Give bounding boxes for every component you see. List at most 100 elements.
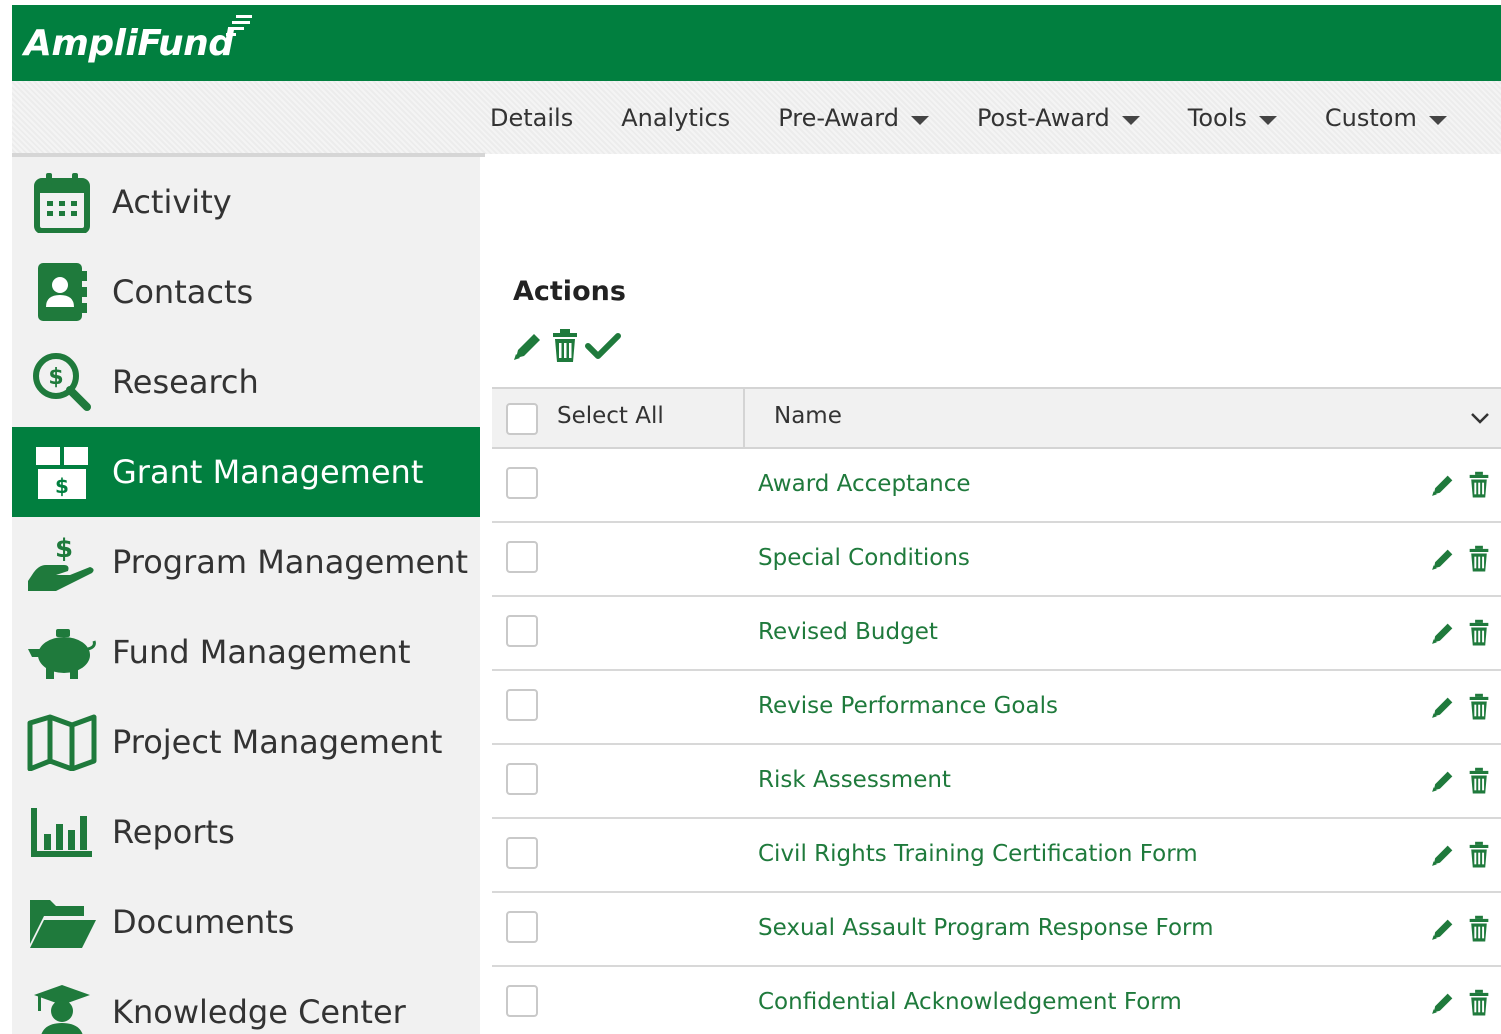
row-checkbox[interactable]: [506, 911, 538, 943]
sidebar-item-label: Knowledge Center: [112, 993, 406, 1031]
nav-post-award[interactable]: Post-Award: [977, 104, 1140, 132]
row-actions: [1429, 915, 1491, 943]
graduate-icon: [34, 985, 90, 1034]
sidebar-item-label: Activity: [112, 183, 232, 221]
row-actions: [1429, 619, 1491, 647]
row-checkbox[interactable]: [506, 541, 538, 573]
table-row: Special Conditions: [492, 523, 1501, 597]
caret-down-icon: [1258, 115, 1277, 125]
trash-icon[interactable]: [1467, 619, 1491, 647]
row-actions: [1429, 767, 1491, 795]
nav-custom-label: Custom: [1324, 104, 1417, 132]
nav-analytics-label: Analytics: [621, 104, 731, 132]
trash-icon[interactable]: [1467, 841, 1491, 869]
trash-icon[interactable]: [1467, 693, 1491, 721]
pencil-icon[interactable]: [1429, 915, 1457, 943]
sidebar: Activity Contacts $ Research $ Grant Man…: [12, 157, 480, 1034]
sidebar-item-label: Contacts: [112, 273, 254, 311]
caret-down-icon: [910, 115, 929, 125]
sidebar-item-fund-management[interactable]: Fund Management: [12, 607, 480, 697]
sidebar-item-label: Grant Management: [112, 453, 424, 491]
row-checkbox[interactable]: [506, 837, 538, 869]
row-name-link[interactable]: Special Conditions: [758, 545, 970, 571]
piggy-bank-icon: [28, 629, 96, 679]
nav-pre-award[interactable]: Pre-Award: [778, 104, 929, 132]
pencil-icon[interactable]: [1429, 693, 1457, 721]
table-row: Confidential Acknowledgement Form: [492, 967, 1501, 1034]
nav-pre-award-label: Pre-Award: [778, 104, 899, 132]
address-book-icon: [38, 263, 87, 321]
sidebar-item-program-management[interactable]: $ Program Management: [12, 517, 480, 607]
row-name-link[interactable]: Risk Assessment: [758, 767, 951, 793]
sidebar-item-knowledge-center[interactable]: Knowledge Center: [12, 967, 480, 1034]
caret-down-icon: [1428, 115, 1447, 125]
logo-text: AmpliFund: [24, 23, 234, 64]
sidebar-item-research[interactable]: $ Research: [12, 337, 480, 427]
pencil-icon[interactable]: [1429, 471, 1457, 499]
row-checkbox[interactable]: [506, 615, 538, 647]
row-checkbox[interactable]: [506, 467, 538, 499]
sidebar-item-reports[interactable]: Reports: [12, 787, 480, 877]
sidebar-item-contacts[interactable]: Contacts: [12, 247, 480, 337]
row-checkbox[interactable]: [506, 689, 538, 721]
bar-chart-icon: [31, 808, 92, 857]
sidebar-item-label: Project Management: [112, 723, 443, 761]
row-name-link[interactable]: Revise Performance Goals: [758, 693, 1058, 719]
pencil-icon[interactable]: [1429, 841, 1457, 869]
actions-heading: Actions: [513, 276, 626, 307]
forms-grid: Select All Name Award Acceptance Special …: [492, 387, 1501, 1034]
grid-body: Award Acceptance Special Conditions Revise…: [492, 449, 1501, 1034]
pencil-icon[interactable]: [510, 328, 546, 364]
actions-toolbar: [510, 328, 622, 364]
check-icon[interactable]: [584, 328, 622, 364]
row-name-link[interactable]: Revised Budget: [758, 619, 938, 645]
caret-down-icon: [1121, 115, 1140, 125]
top-nav-menu: Details Analytics Pre-Award Post-Award T…: [490, 100, 1495, 136]
row-name-link[interactable]: Civil Rights Training Certification Form: [758, 841, 1198, 867]
folder-open-icon: [30, 900, 96, 948]
trash-icon[interactable]: [550, 328, 580, 364]
trash-icon[interactable]: [1467, 545, 1491, 573]
row-checkbox[interactable]: [506, 985, 538, 1017]
nav-details[interactable]: Details: [490, 104, 573, 132]
row-name-link[interactable]: Award Acceptance: [758, 471, 971, 497]
svg-text:$: $: [55, 534, 73, 564]
row-actions: [1429, 841, 1491, 869]
column-divider: [743, 389, 745, 447]
row-name-link[interactable]: Confidential Acknowledgement Form: [758, 989, 1182, 1015]
nav-analytics[interactable]: Analytics: [621, 104, 730, 132]
table-row: Risk Assessment: [492, 745, 1501, 819]
row-name-link[interactable]: Sexual Assault Program Response Form: [758, 915, 1214, 941]
table-row: Revise Performance Goals: [492, 671, 1501, 745]
pencil-icon[interactable]: [1429, 767, 1457, 795]
pencil-icon[interactable]: [1429, 619, 1457, 647]
sidebar-item-activity[interactable]: Activity: [12, 157, 480, 247]
nav-details-label: Details: [490, 104, 574, 132]
name-column-header[interactable]: Name: [774, 403, 842, 429]
trash-icon[interactable]: [1467, 989, 1491, 1017]
nav-tools[interactable]: Tools: [1188, 104, 1277, 132]
nav-custom[interactable]: Custom: [1325, 104, 1447, 132]
app-logo[interactable]: AmpliFund: [24, 23, 234, 64]
chevron-down-icon[interactable]: [1469, 407, 1491, 429]
trash-icon[interactable]: [1467, 767, 1491, 795]
svg-text:$: $: [55, 474, 69, 498]
sidebar-item-grant-management[interactable]: $ Grant Management: [12, 427, 480, 517]
row-checkbox[interactable]: [506, 763, 538, 795]
trash-icon[interactable]: [1467, 915, 1491, 943]
pencil-icon[interactable]: [1429, 989, 1457, 1017]
svg-text:$: $: [48, 365, 63, 390]
select-all-checkbox[interactable]: [506, 403, 538, 435]
row-actions: [1429, 693, 1491, 721]
sidebar-item-label: Program Management: [112, 543, 468, 581]
table-row: Sexual Assault Program Response Form: [492, 893, 1501, 967]
pencil-icon[interactable]: [1429, 545, 1457, 573]
sidebar-item-label: Documents: [112, 903, 295, 941]
table-row: Revised Budget: [492, 597, 1501, 671]
search-dollar-icon: $: [33, 353, 91, 411]
sidebar-item-project-management[interactable]: Project Management: [12, 697, 480, 787]
trash-icon[interactable]: [1467, 471, 1491, 499]
sidebar-item-documents[interactable]: Documents: [12, 877, 480, 967]
sidebar-item-label: Research: [112, 363, 259, 401]
table-row: Civil Rights Training Certification Form: [492, 819, 1501, 893]
